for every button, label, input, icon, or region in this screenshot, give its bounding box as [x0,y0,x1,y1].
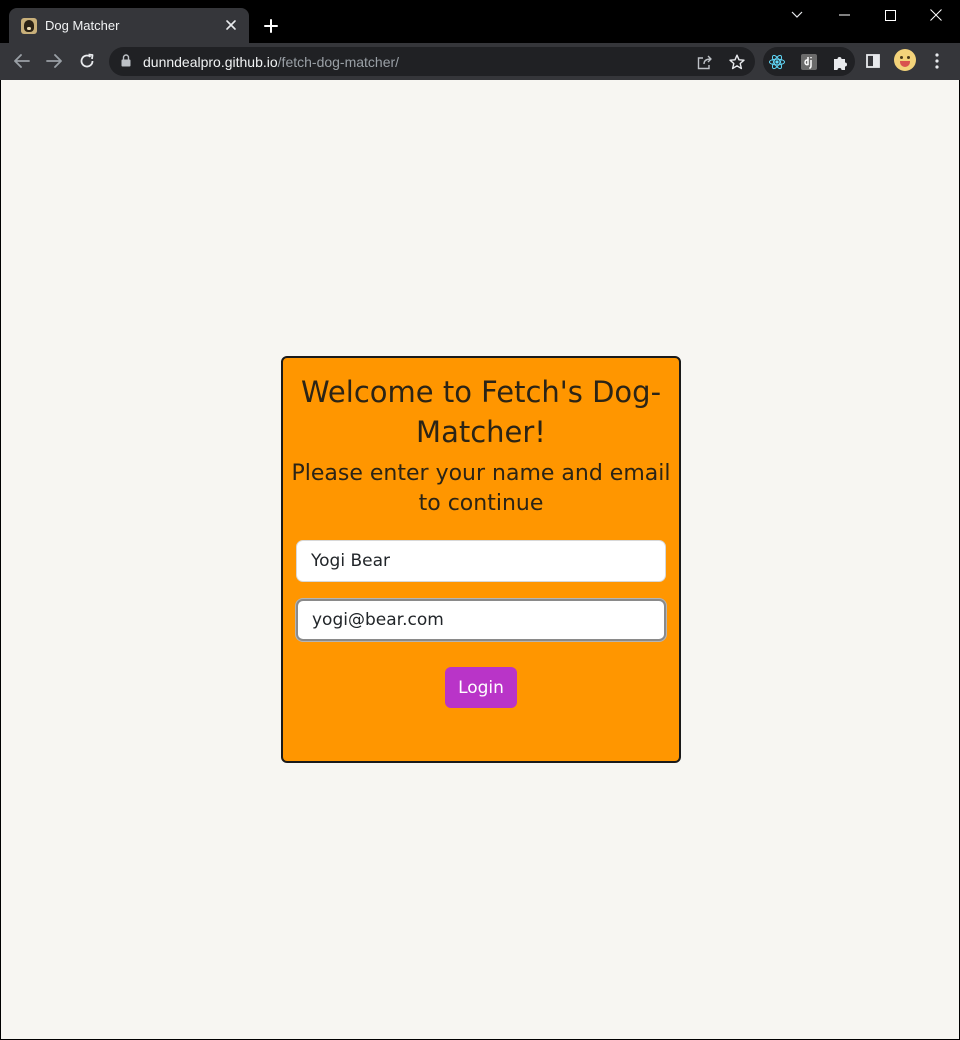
new-tab-icon[interactable] [259,14,283,38]
browser-tab[interactable]: Dog Matcher [9,8,249,43]
url-host: dunndealpro.github.io [143,54,278,70]
close-tab-icon[interactable] [221,15,241,35]
reload-icon[interactable] [74,48,100,74]
browser-toolbar: dunndealpro.github.io/fetch-dog-matcher/ [0,43,960,80]
side-panel-icon[interactable] [861,49,885,73]
login-button[interactable]: Login [445,667,517,708]
profile-avatar[interactable] [894,49,916,71]
tab-title: Dog Matcher [45,18,120,33]
bookmark-star-icon[interactable] [726,51,748,73]
close-window-icon[interactable] [913,0,959,30]
share-icon[interactable] [694,51,716,73]
welcome-title: Welcome to Fetch's Dog-Matcher! [300,375,662,449]
django-icon[interactable] [798,51,820,73]
extensions-group [763,47,855,76]
browser-title-bar: Dog Matcher [0,0,960,43]
puzzle-icon[interactable] [829,51,851,73]
login-card: Welcome to Fetch's Dog-Matcher! Please e… [281,356,681,763]
email-input[interactable] [296,599,666,641]
minimize-icon[interactable] [821,0,867,30]
forward-arrow-icon[interactable] [41,48,67,74]
name-input[interactable] [296,540,666,582]
url-text: dunndealpro.github.io/fetch-dog-matcher/ [143,54,399,70]
lock-icon [121,54,131,72]
back-arrow-icon[interactable] [9,48,35,74]
maximize-icon[interactable] [867,0,913,30]
page-viewport: Welcome to Fetch's Dog-Matcher! Please e… [1,80,959,1039]
tab-search-chevron-icon[interactable] [774,0,820,30]
login-instructions: Please enter your name and email to cont… [291,461,671,516]
react-devtools-icon[interactable] [766,51,788,73]
dog-favicon-icon [21,18,37,34]
address-bar[interactable]: dunndealpro.github.io/fetch-dog-matcher/ [109,47,755,76]
url-path: /fetch-dog-matcher/ [277,54,400,70]
more-menu-icon[interactable] [925,49,949,73]
